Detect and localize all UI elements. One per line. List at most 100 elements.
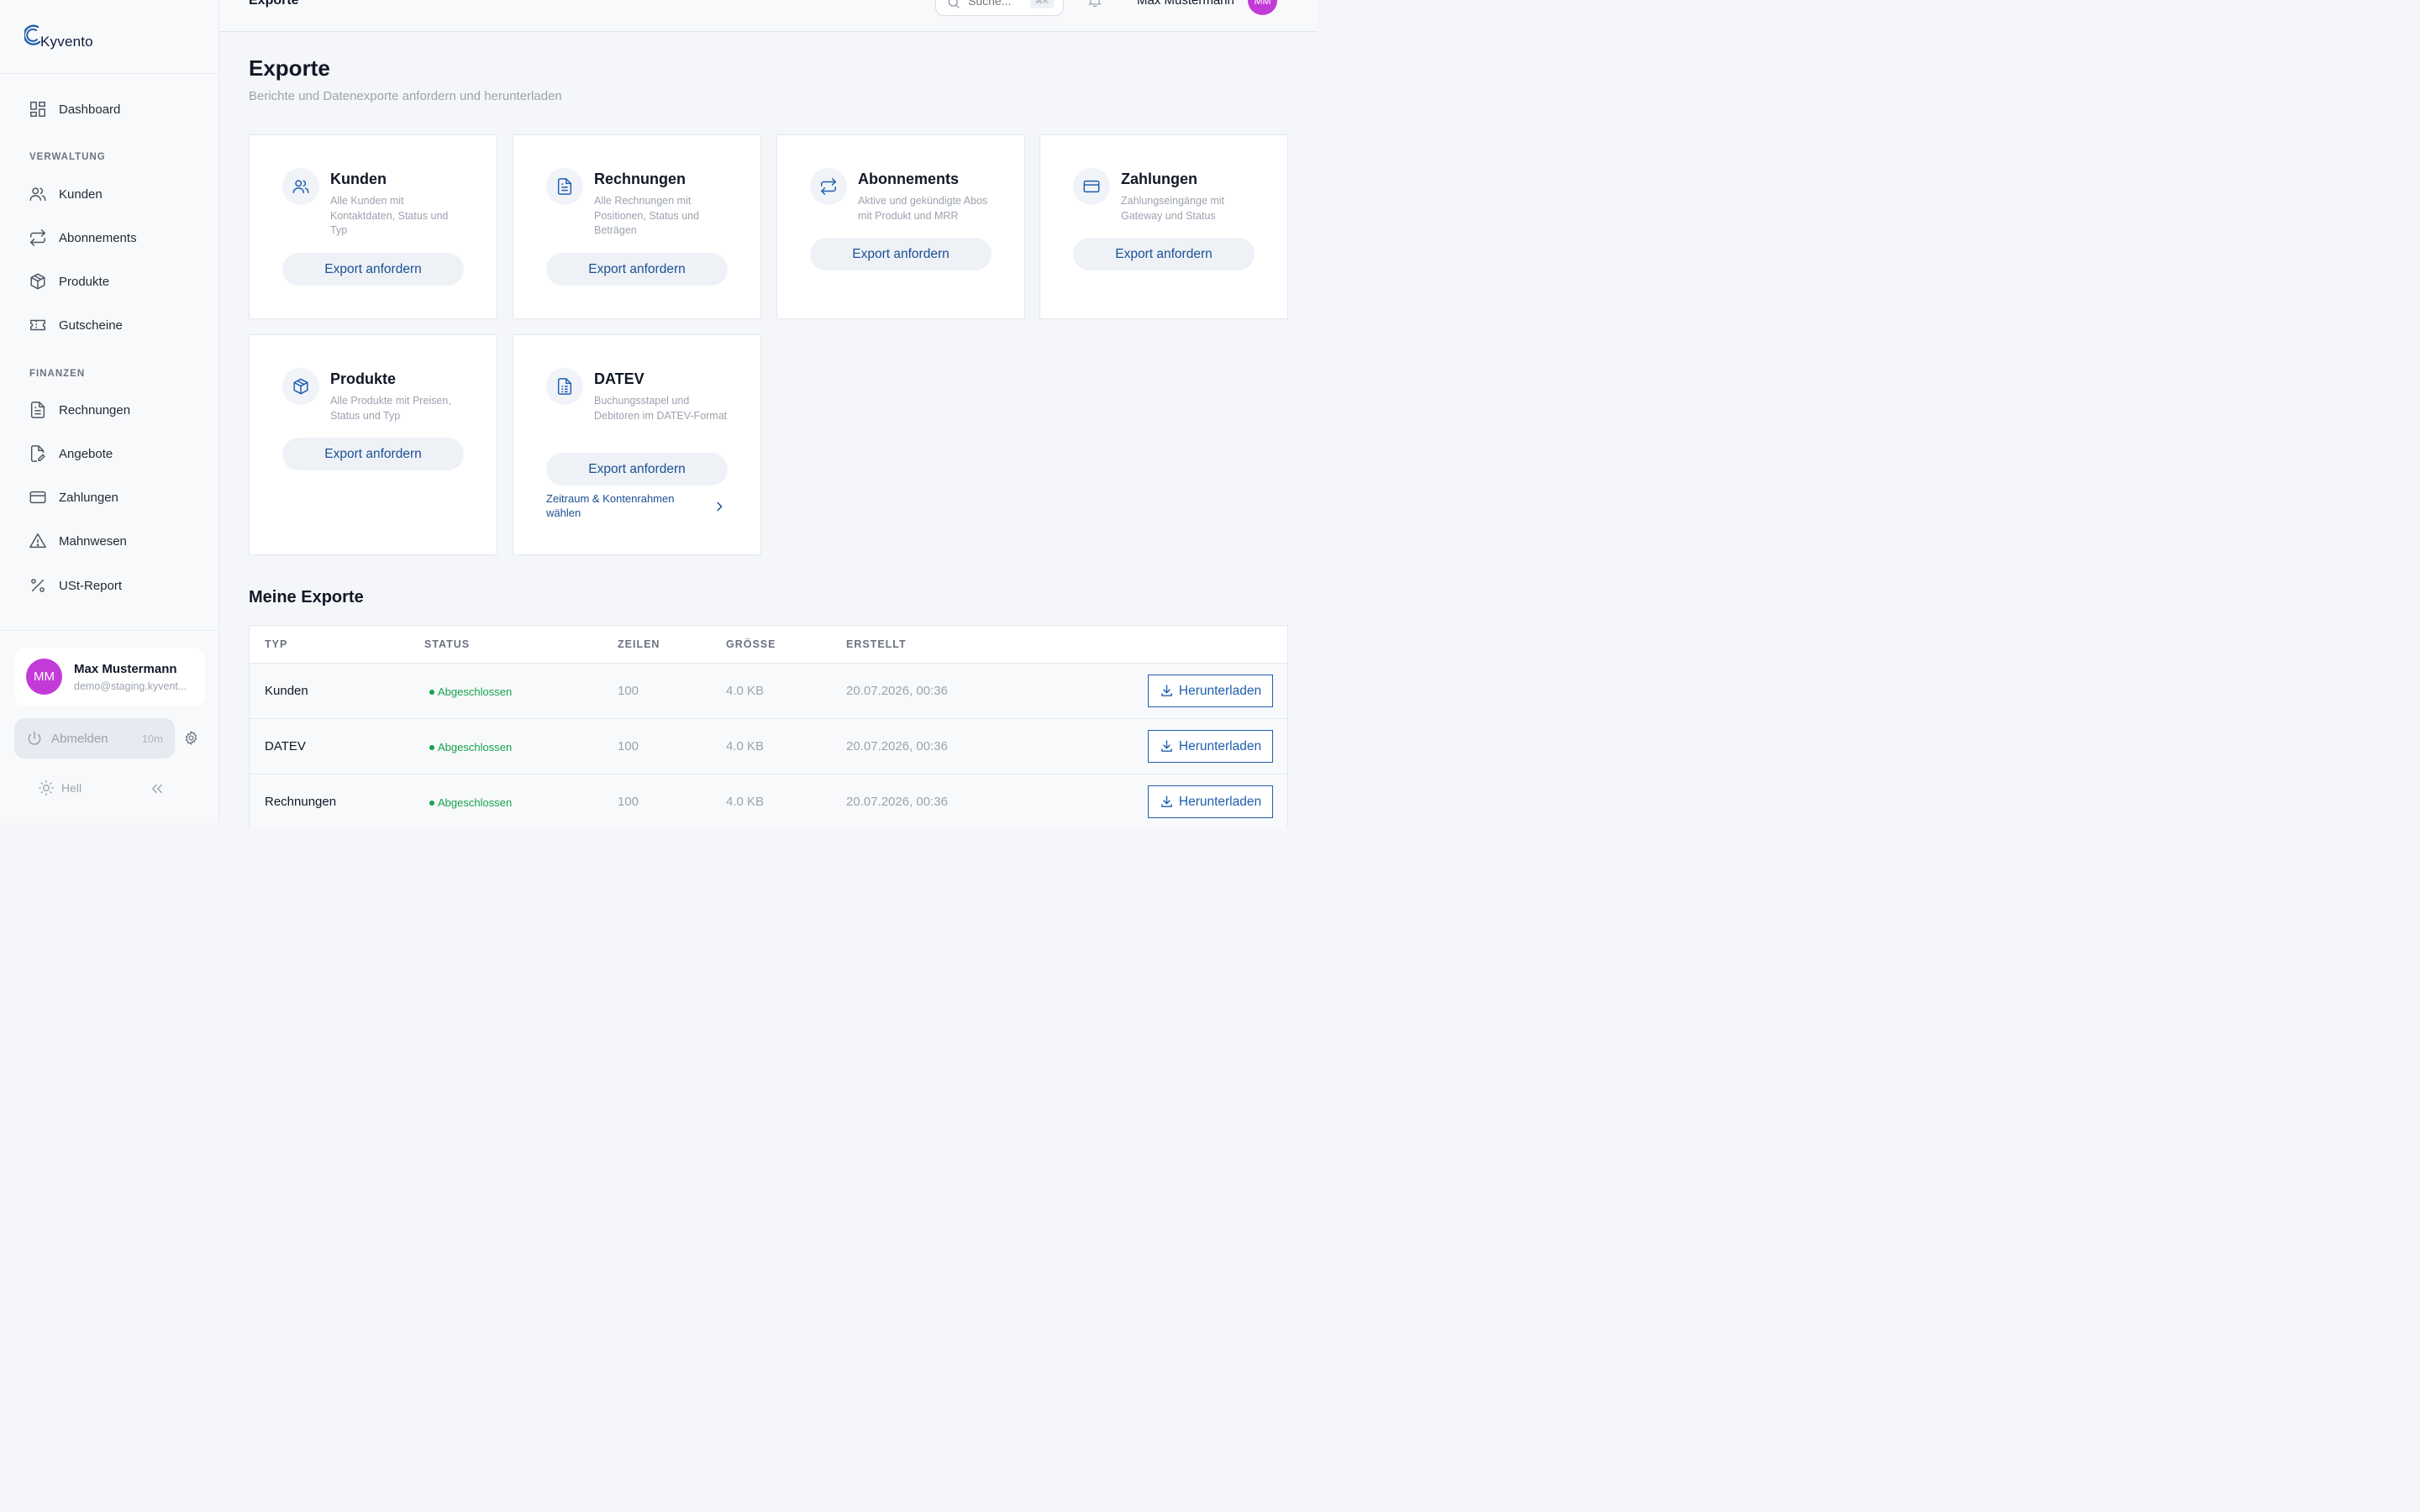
datev-options-link[interactable]: Zeitraum & Kontenrahmen wählen — [546, 491, 728, 522]
document-edit-icon — [30, 445, 45, 462]
sidebar-item-label: Zahlungen — [59, 490, 118, 505]
avatar[interactable]: MM — [1248, 0, 1277, 15]
bell-icon[interactable] — [1086, 0, 1103, 8]
page-title: Exporte — [249, 55, 330, 81]
package-icon — [293, 378, 308, 395]
chevrons-left-icon[interactable] — [150, 781, 165, 796]
brand-header: Kyvento — [0, 0, 218, 74]
status-badge: Abgeschlossen — [429, 796, 512, 809]
sidebar-item-label: Angebote — [59, 446, 113, 461]
column-header: TYP — [265, 638, 288, 650]
gear-icon[interactable] — [183, 730, 199, 746]
status-label: Abgeschlossen — [438, 741, 513, 753]
logout-label: Abmelden — [51, 731, 108, 746]
sidebar-item-label: Produkte — [59, 274, 110, 289]
card-icon-wrap — [810, 168, 847, 205]
sidebar-footer: MM Max Mustermann demo@staging.kyvent...… — [0, 630, 219, 823]
download-icon — [1161, 685, 1172, 696]
card-description: Alle Kunden mit Kontaktdaten, Status und… — [330, 195, 449, 236]
cell-created: 20.07.2026, 00:36 — [846, 684, 948, 698]
package-icon — [30, 273, 45, 290]
card-icon-wrap — [546, 368, 583, 405]
section-title: Meine Exporte — [249, 588, 364, 606]
table-row: DATEV Abgeschlossen 100 4.0 KB 20.07.202… — [250, 718, 1287, 774]
sidebar-item-mahnwesen[interactable]: Mahnwesen — [29, 529, 127, 553]
column-header: ERSTELLT — [846, 638, 907, 650]
sidebar-item-label: USt-Report — [59, 578, 123, 593]
card-title: Abonnements — [858, 171, 960, 187]
download-button[interactable]: Herunterladen — [1148, 675, 1273, 707]
table-row: Rechnungen Abgeschlossen 100 4.0 KB 20.0… — [250, 774, 1287, 829]
sidebar-item-rechnungen[interactable]: Rechnungen — [29, 398, 130, 422]
sidebar-item-ust-report[interactable]: USt-Report — [29, 574, 122, 597]
card-icon-wrap — [282, 368, 319, 405]
export-card-zahlungen: Zahlungen Zahlungseingänge mit Gateway u… — [1039, 134, 1288, 319]
card-description: Aktive und gekündigte Abos mit Produkt u… — [858, 195, 988, 222]
download-label: Herunterladen — [1178, 683, 1262, 698]
export-card-kunden: Kunden Alle Kunden mit Kontaktdaten, Sta… — [249, 134, 497, 319]
download-button[interactable]: Herunterladen — [1148, 730, 1273, 763]
sun-icon — [39, 780, 54, 795]
exports-table: TYP STATUS ZEILEN GRÖSSE ERSTELLT Kunden… — [249, 625, 1288, 829]
column-header: STATUS — [424, 638, 471, 650]
export-request-button[interactable]: Export anfordern — [282, 438, 464, 470]
sidebar-item-zahlungen[interactable]: Zahlungen — [29, 486, 118, 509]
cell-type: Rechnungen — [265, 795, 337, 809]
sidebar-item-produkte[interactable]: Produkte — [29, 270, 109, 293]
export-request-button[interactable]: Export anfordern — [546, 253, 728, 286]
repeat-icon — [30, 229, 45, 246]
cell-size: 4.0 KB — [726, 684, 765, 698]
app-root: Kyvento Dashboard VERWALTUNG Kunden Abon… — [0, 0, 1318, 829]
search-icon — [948, 0, 960, 8]
cell-size: 4.0 KB — [726, 795, 765, 809]
logout-button[interactable]: Abmelden 10m — [14, 718, 175, 759]
theme-label: Hell — [61, 781, 82, 795]
warning-icon — [29, 533, 46, 549]
search-input[interactable] — [968, 0, 1027, 8]
status-badge: Abgeschlossen — [429, 741, 512, 753]
cell-type: Kunden — [265, 684, 308, 698]
card-description: Buchungsstapel und Debitoren im DATEV-Fo… — [594, 395, 728, 422]
page-subtitle: Berichte und Datenexporte anfordern und … — [249, 89, 562, 103]
power-icon — [28, 731, 41, 745]
card-icon-wrap — [282, 168, 319, 205]
export-card-abonnements: Abonnements Aktive und gekündigte Abos m… — [776, 134, 1025, 319]
card-title: Rechnungen — [594, 171, 687, 187]
card-description: Zahlungseingänge mit Gateway und Status — [1121, 195, 1224, 222]
card-title: Produkte — [330, 370, 397, 387]
sidebar-item-kunden[interactable]: Kunden — [29, 182, 103, 206]
status-dot — [429, 744, 434, 750]
export-request-button[interactable]: Export anfordern — [282, 253, 464, 286]
ticket-icon — [30, 319, 45, 331]
sidebar-item-label: Kunden — [59, 186, 103, 202]
sidebar-item-label: Rechnungen — [59, 402, 131, 417]
download-icon — [1161, 795, 1172, 807]
download-button[interactable]: Herunterladen — [1148, 785, 1273, 818]
sidebar-item-angebote[interactable]: Angebote — [29, 442, 113, 465]
theme-toggle[interactable]: Hell — [38, 780, 82, 796]
export-card-rechnungen: Rechnungen Alle Rechnungen mit Positione… — [513, 134, 761, 319]
top-user-name[interactable]: Max Mustermann — [1137, 0, 1234, 8]
export-request-button[interactable]: Export anfordern — [1073, 238, 1255, 270]
export-request-button[interactable]: Export anfordern — [546, 453, 728, 486]
download-label: Herunterladen — [1178, 738, 1262, 753]
repeat-icon — [821, 178, 836, 195]
export-request-button[interactable]: Export anfordern — [810, 238, 992, 270]
document-icon — [30, 402, 45, 418]
spreadsheet-icon — [557, 378, 572, 395]
sidebar-item-gutscheine[interactable]: Gutscheine — [29, 313, 123, 337]
download-icon — [1161, 740, 1172, 752]
card-icon-wrap — [546, 168, 583, 205]
credit-card-icon — [29, 491, 46, 504]
cell-rows: 100 — [618, 684, 639, 698]
sidebar-item-label: Abonnements — [59, 230, 137, 245]
percent-icon — [31, 579, 45, 592]
search-box[interactable]: ⌘K — [935, 0, 1064, 16]
dashboard-icon — [30, 102, 45, 117]
sidebar-item-abonnements[interactable]: Abonnements — [29, 226, 137, 249]
document-icon — [557, 178, 572, 195]
user-card[interactable]: MM Max Mustermann demo@staging.kyvent... — [14, 648, 205, 706]
cell-created: 20.07.2026, 00:36 — [846, 795, 948, 809]
brand-name: Kyvento — [40, 34, 93, 50]
sidebar-item-dashboard[interactable]: Dashboard — [29, 97, 120, 121]
